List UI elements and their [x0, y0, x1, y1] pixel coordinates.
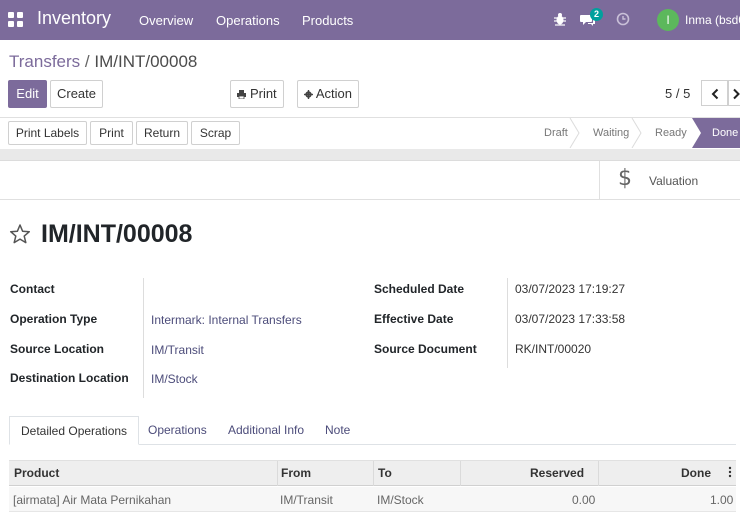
action-dropdown-label: Action	[315, 86, 353, 101]
row-to: IM/Stock	[377, 493, 424, 507]
print-labels-button[interactable]: Print Labels	[8, 121, 87, 145]
row-done: 1.00	[710, 493, 734, 507]
favorite-star-icon[interactable]	[9, 223, 31, 245]
pager-next-button[interactable]	[728, 80, 740, 106]
effective-date-value: 03/07/2023 17:33:58	[515, 312, 626, 326]
column-divider	[460, 461, 461, 486]
tab-operations[interactable]: Operations	[148, 416, 207, 445]
action-dropdown-button[interactable]: Action	[297, 80, 359, 108]
app-name[interactable]: Inventory	[37, 8, 111, 29]
record-name: IM/INT/00008	[41, 220, 193, 248]
status-step-done: Done	[712, 127, 739, 139]
scrap-button[interactable]: Scrap	[191, 121, 240, 145]
breadcrumb-current: IM/INT/00008	[94, 52, 198, 71]
column-product[interactable]: Product	[14, 466, 59, 480]
source-location-label: Source Location	[10, 342, 105, 356]
menu-products[interactable]: Products	[302, 13, 353, 28]
apps-menu-icon[interactable]	[8, 12, 23, 27]
valuation-label: Valuation	[649, 174, 699, 188]
row-from: IM/Transit	[280, 493, 333, 507]
column-divider	[277, 461, 278, 486]
source-location-value[interactable]: IM/Transit	[151, 343, 204, 357]
bug-icon[interactable]	[553, 12, 567, 26]
status-step-waiting[interactable]: Waiting	[593, 127, 629, 139]
print-button[interactable]: Print	[90, 121, 133, 145]
tab-additional-info[interactable]: Additional Info	[228, 416, 304, 445]
tab-detailed-operations[interactable]: Detailed Operations	[9, 416, 140, 445]
breadcrumb-transfers[interactable]: Transfers	[9, 52, 80, 71]
chat-count-badge: 2	[590, 8, 604, 21]
user-name[interactable]: Inma (bsd0	[685, 13, 740, 27]
top-navbar: Inventory Overview Operations Products 2…	[0, 0, 740, 40]
column-divider	[373, 461, 374, 486]
chevron-right-icon	[733, 88, 740, 100]
return-button[interactable]: Return	[136, 121, 188, 145]
print-dropdown-label: Print	[249, 86, 277, 101]
scheduled-date-value: 03/07/2023 17:19:27	[515, 282, 626, 296]
sheet-background	[0, 149, 740, 161]
optional-columns-icon[interactable]	[728, 466, 732, 478]
row-product: [airmata] Air Mata Pernikahan	[13, 493, 172, 507]
contact-label: Contact	[10, 282, 55, 296]
breadcrumb-separator: /	[84, 52, 90, 71]
dollar-icon: $	[618, 166, 632, 191]
destination-location-value[interactable]: IM/Stock	[151, 372, 198, 386]
left-field-separator	[143, 278, 144, 398]
chevron-left-icon	[711, 88, 719, 100]
right-field-separator	[507, 278, 508, 368]
row-reserved: 0.00	[572, 493, 596, 507]
menu-overview[interactable]: Overview	[139, 13, 193, 28]
tab-note[interactable]: Note	[325, 416, 350, 445]
pager-value[interactable]: 5 / 5	[665, 86, 690, 101]
destination-location-label: Destination Location	[10, 371, 129, 385]
printer-icon	[237, 90, 247, 100]
status-step-ready[interactable]: Ready	[655, 127, 687, 139]
column-done[interactable]: Done	[681, 466, 711, 480]
operation-type-value[interactable]: Intermark: Internal Transfers	[151, 313, 302, 327]
activity-clock-icon[interactable]	[616, 12, 630, 26]
pager-previous-button[interactable]	[701, 80, 728, 106]
column-reserved[interactable]: Reserved	[530, 466, 584, 480]
source-document-value: RK/INT/00020	[515, 342, 592, 356]
edit-button[interactable]: Edit	[8, 80, 47, 108]
breadcrumb: Transfers / IM/INT/00008	[9, 52, 197, 72]
print-dropdown-button[interactable]: Print	[230, 80, 284, 108]
menu-operations[interactable]: Operations	[216, 13, 280, 28]
scheduled-date-label: Scheduled Date	[374, 282, 465, 296]
status-step-draft[interactable]: Draft	[544, 127, 568, 139]
create-button[interactable]: Create	[50, 80, 103, 108]
column-divider	[598, 461, 599, 486]
gear-icon	[303, 90, 313, 99]
effective-date-label: Effective Date	[374, 312, 454, 326]
user-avatar[interactable]: I	[657, 9, 679, 31]
operation-type-label: Operation Type	[10, 312, 98, 326]
source-document-label: Source Document	[374, 342, 477, 356]
column-to[interactable]: To	[378, 466, 392, 480]
column-from[interactable]: From	[281, 466, 311, 480]
